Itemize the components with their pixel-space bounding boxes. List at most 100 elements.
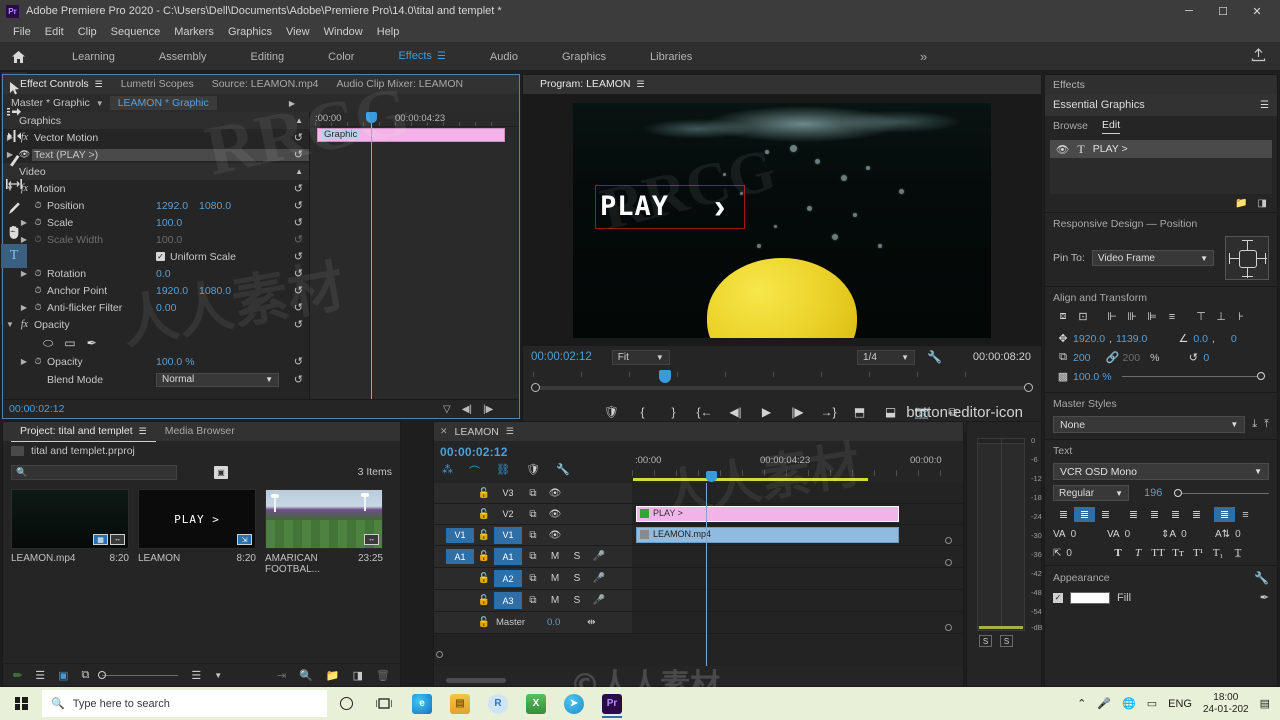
lock-icon[interactable]: 🔓 bbox=[474, 509, 494, 520]
audio-meter-columns[interactable] bbox=[977, 438, 1025, 631]
chevron-right-icon[interactable]: ▶ bbox=[17, 269, 31, 278]
mute-button-a2[interactable]: M bbox=[544, 573, 566, 584]
font-family-select[interactable]: VCR OSD Mono ▼ bbox=[1053, 463, 1269, 480]
timeline-playhead-knob[interactable] bbox=[706, 471, 717, 482]
reset-icon[interactable]: ↺ bbox=[294, 267, 303, 280]
eg-layer-item[interactable]: 👁 T PLAY > bbox=[1050, 140, 1272, 158]
workspace-more-button[interactable]: » bbox=[920, 49, 927, 64]
chevron-right-icon[interactable]: ▶ bbox=[17, 303, 31, 312]
new-bin-icon[interactable]: 📁 bbox=[326, 669, 340, 682]
source-target-a2[interactable] bbox=[446, 571, 474, 586]
ec-row-blend-mode[interactable]: Blend Mode Normal ▼ ↺ bbox=[3, 370, 309, 389]
project-item-thumbnail[interactable]: PLAY > ⇲ bbox=[138, 489, 256, 549]
align-right-icon[interactable]: ⊫ bbox=[1142, 310, 1162, 323]
pen-tool[interactable] bbox=[1, 196, 27, 220]
find-icon[interactable]: 🔍 bbox=[299, 669, 313, 682]
timeline-scrollbar[interactable] bbox=[434, 675, 963, 686]
search-input[interactable]: 🔍 bbox=[11, 464, 177, 480]
taskbar-search-input[interactable]: 🔍 Type here to search bbox=[42, 690, 327, 717]
go-to-out-icon[interactable]: →} bbox=[813, 405, 844, 419]
skew-control[interactable]: ⇱ 0 bbox=[1053, 548, 1108, 559]
reset-icon[interactable]: ↺ bbox=[294, 199, 303, 212]
ec-row-scale[interactable]: ▶ ⏱ Scale 100.0 ↺ bbox=[3, 214, 309, 231]
align-bottom-icon[interactable]: ⊦ bbox=[1231, 310, 1251, 323]
freeform-view-icon[interactable]: ⧉ bbox=[82, 669, 90, 682]
notifications-icon[interactable]: ▤ bbox=[1260, 697, 1270, 710]
slip-tool[interactable] bbox=[1, 172, 27, 196]
reset-icon[interactable]: ↺ bbox=[294, 148, 303, 161]
eg-rotation-deg[interactable]: 0 bbox=[1231, 333, 1237, 345]
stopwatch-icon[interactable]: ⏱ bbox=[31, 302, 45, 313]
ellipse-mask-icon[interactable]: ⬭ bbox=[43, 336, 53, 351]
align-left-icon[interactable]: ⊩ bbox=[1102, 310, 1122, 323]
hand-tool[interactable] bbox=[1, 220, 27, 244]
reset-icon[interactable]: ↺ bbox=[294, 301, 303, 314]
track-name-a2[interactable]: A2 bbox=[494, 570, 522, 587]
program-scrub-bar[interactable] bbox=[523, 368, 1041, 392]
anchor-x-value[interactable]: 1920.0 bbox=[156, 285, 188, 297]
align-middle-icon[interactable]: ⊥ bbox=[1211, 310, 1231, 323]
play-arrow-icon[interactable]: ▶ bbox=[289, 99, 295, 108]
step-forward-icon[interactable]: |▶ bbox=[782, 405, 813, 419]
menu-markers[interactable]: Markers bbox=[167, 22, 221, 43]
anchor-y-value[interactable]: 1080.0 bbox=[199, 285, 231, 297]
menu-graphics[interactable]: Graphics bbox=[221, 22, 279, 43]
align-horizontal-center-video-icon[interactable]: ⧈ bbox=[1053, 310, 1073, 323]
meter-solo-right[interactable]: S bbox=[1000, 635, 1013, 647]
eye-icon[interactable]: 👁 bbox=[544, 530, 566, 541]
network-icon[interactable]: 🌐 bbox=[1122, 697, 1136, 710]
timeline-clip-leamon[interactable]: LEAMON.mp4 bbox=[636, 527, 899, 543]
pin-direction-widget[interactable] bbox=[1225, 236, 1269, 280]
eye-icon[interactable]: 👁 bbox=[544, 488, 566, 499]
chevron-down-icon[interactable]: ▼ bbox=[3, 320, 17, 329]
wrench-icon[interactable]: 🔧 bbox=[927, 350, 942, 364]
zoom-slider[interactable] bbox=[98, 670, 179, 679]
language-indicator[interactable]: ENG bbox=[1168, 698, 1192, 710]
scale-value[interactable]: 100.0 bbox=[156, 217, 182, 229]
track-area-a3[interactable] bbox=[632, 590, 963, 612]
ec-row-motion[interactable]: ▼ fx Motion ↺ bbox=[3, 180, 309, 197]
timeline-clip-play[interactable]: PLAY > bbox=[636, 506, 899, 522]
link-scale-icon[interactable]: 🔗 bbox=[1103, 351, 1123, 364]
new-layer-icon[interactable]: ◨ bbox=[1258, 198, 1267, 209]
workspace-tab-effects[interactable]: Effects ☰ bbox=[376, 42, 467, 71]
menu-view[interactable]: View bbox=[279, 22, 317, 43]
font-size-slider[interactable] bbox=[1174, 488, 1269, 497]
ec-row-anti-flicker[interactable]: ▶ ⏱ Anti-flicker Filter 0.00 ↺ bbox=[3, 299, 309, 316]
opacity-value[interactable]: 100.0 % bbox=[156, 356, 195, 368]
all-caps-icon[interactable]: TT bbox=[1148, 547, 1168, 559]
justify-last-right-icon[interactable]: ≣ bbox=[1165, 507, 1186, 522]
sync-lock-icon[interactable]: ⧉ bbox=[522, 509, 544, 520]
solo-button-a1[interactable]: S bbox=[566, 551, 588, 562]
track-header-a3[interactable]: 🔓 A3 ⧉ M S 🎤 bbox=[434, 590, 632, 612]
linked-selection-icon[interactable]: ⛓ bbox=[496, 463, 510, 479]
delete-icon[interactable]: 🗑 bbox=[376, 669, 390, 682]
tracking-control[interactable]: VA 0 bbox=[1053, 529, 1107, 540]
eye-icon[interactable]: 👁 bbox=[544, 509, 566, 520]
pin-to-select[interactable]: Video Frame ▼ bbox=[1091, 250, 1214, 266]
ec-row-opacity-group[interactable]: ▼ fx Opacity ↺ bbox=[3, 316, 309, 333]
source-target-v2[interactable] bbox=[446, 507, 474, 522]
hamburger-icon[interactable]: ☰ bbox=[506, 426, 514, 437]
subscript-icon[interactable]: T₁ bbox=[1208, 547, 1228, 559]
text-options-icon[interactable]: ≡ bbox=[1235, 507, 1256, 522]
pull-style-icon[interactable]: ⤓ bbox=[1252, 418, 1257, 431]
collapse-icon[interactable]: ▲ bbox=[295, 116, 303, 125]
track-name-v3[interactable]: V3 bbox=[494, 485, 522, 502]
program-timecode[interactable]: 00:00:02:12 bbox=[531, 351, 592, 363]
collapse-icon[interactable]: ▲ bbox=[295, 167, 303, 176]
tab-media-browser[interactable]: Media Browser bbox=[156, 422, 244, 441]
ripple-edit-tool[interactable] bbox=[1, 124, 27, 148]
stopwatch-icon[interactable]: ⏱ bbox=[31, 285, 45, 296]
reset-icon[interactable]: ↺ bbox=[294, 182, 303, 195]
track-header-a1[interactable]: A1 🔓 A1 ⧉ M S 🎤 bbox=[434, 546, 632, 568]
eg-position-y[interactable]: 1139.0 bbox=[1116, 333, 1147, 345]
lock-icon[interactable]: 🔓 bbox=[474, 573, 494, 584]
windows-start-icon[interactable] bbox=[0, 687, 42, 720]
list-view-icon[interactable]: ☰ bbox=[35, 669, 45, 682]
eyedropper-icon[interactable]: ✒ bbox=[1260, 591, 1269, 604]
project-item[interactable]: ▦ ↔ LEAMON.mp4 8:20 bbox=[11, 489, 129, 575]
lock-icon[interactable]: 🔓 bbox=[474, 595, 494, 606]
razor-tool[interactable] bbox=[1, 148, 27, 172]
track-area-a1[interactable] bbox=[632, 546, 963, 568]
